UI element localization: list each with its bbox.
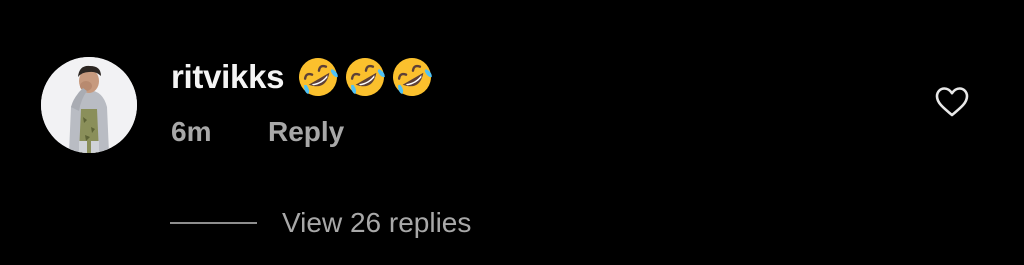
- view-replies-label: View 26 replies: [282, 207, 472, 238]
- timestamp: 6m: [171, 116, 212, 147]
- comment-item: ritvikks 6m Reply View 26 replies: [0, 0, 1024, 265]
- avatar-image: [41, 57, 137, 153]
- username[interactable]: ritvikks: [171, 58, 284, 96]
- comment-text: [296, 55, 434, 99]
- rolling-on-floor-laughing-emoji-icon: [299, 58, 338, 96]
- comment-header: ritvikks: [171, 52, 434, 102]
- replies-divider-line: [170, 222, 257, 224]
- rolling-on-floor-laughing-emoji-icon: [346, 58, 385, 96]
- rolling-on-floor-laughing-emoji-icon: [393, 58, 432, 96]
- heart-outline-icon: [935, 87, 969, 117]
- like-button[interactable]: [933, 84, 971, 120]
- reply-button[interactable]: Reply: [268, 116, 344, 148]
- view-replies-button[interactable]: View 26 replies: [170, 203, 471, 243]
- avatar[interactable]: [41, 57, 137, 153]
- comment-meta: 6m Reply: [171, 112, 344, 152]
